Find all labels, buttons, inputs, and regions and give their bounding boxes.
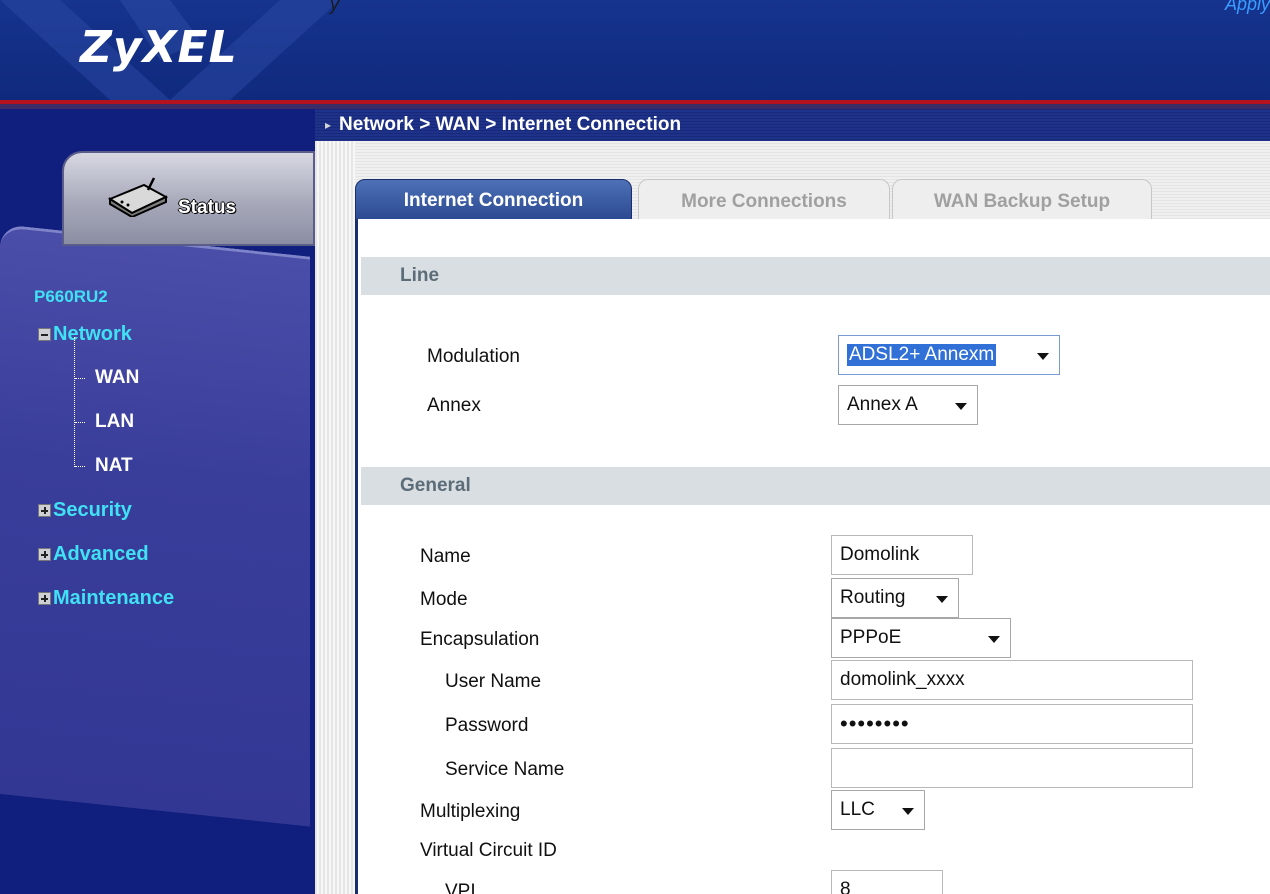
breadcrumb-text: Network > WAN > Internet Connection [339,114,682,135]
nav-item-label: NAT [95,455,133,476]
content-left-stripe [315,141,355,894]
multiplexing-value: LLC [840,799,875,820]
router-icon [107,177,169,217]
nav-item-label: Security [53,498,132,521]
collapse-icon[interactable] [38,327,51,341]
chevron-down-icon [1037,353,1049,360]
nav-item-lan[interactable]: LAN [75,409,134,435]
expand-icon[interactable] [38,591,51,605]
tab-more-connections[interactable]: More Connections [638,179,890,223]
breadcrumb-arrow-icon: ▸ [325,118,332,132]
device-model: P660RU2 [34,287,108,306]
nav-item-label: Advanced [53,542,149,565]
expand-icon[interactable] [38,547,51,561]
multiplexing-select[interactable]: LLC [831,790,925,830]
nav-item-label: LAN [95,411,135,432]
nav-item-label: Network [53,322,132,345]
breadcrumb: ▸ Network > WAN > Internet Connection [315,109,1270,141]
multiplexing-label: Multiplexing [420,801,521,822]
modulation-label: Modulation [427,346,520,367]
vpi-input[interactable]: 8 [831,870,943,894]
password-label: Password [445,715,529,736]
chevron-down-icon [936,596,948,603]
expand-icon[interactable] [38,503,51,517]
chevron-down-icon [988,636,1000,643]
nav-item-maintenance[interactable]: Maintenance [38,585,174,611]
top-banner: ZyXEL y Apply [0,0,1270,100]
nav-item-wan[interactable]: WAN [75,365,139,391]
left-navigation: Status P660RU2 Network WAN LAN NAT Secur… [0,109,315,894]
chevron-down-icon [902,808,914,815]
tab-wan-backup-setup[interactable]: WAN Backup Setup [892,179,1152,223]
service-name-label: Service Name [445,759,565,780]
modulation-value: ADSL2+ Annexm [847,344,997,366]
annex-label: Annex [427,395,481,416]
nav-item-nat[interactable]: NAT [75,453,133,479]
nav-item-label: Maintenance [53,586,175,609]
mode-value: Routing [840,587,906,608]
annex-value: Annex A [847,394,918,415]
mode-select[interactable]: Routing [831,578,959,618]
username-input[interactable]: domolink_xxxx [831,660,1193,700]
section-header-general: General [361,467,1270,505]
status-tab[interactable]: Status [62,151,315,246]
nav-panel-background [0,224,310,827]
apply-link[interactable]: Apply [1225,0,1270,15]
form-panel: Line Modulation ADSL2+ Annexm Annex Anne… [355,219,1270,894]
nav-item-security[interactable]: Security [38,497,132,523]
annex-select[interactable]: Annex A [838,385,978,425]
nav-item-label: WAN [95,367,140,388]
service-name-input[interactable] [831,748,1193,788]
mode-label: Mode [420,589,468,610]
encapsulation-value: PPPoE [840,627,902,648]
tree-line [74,337,75,467]
tab-bar: Internet Connection More Connections WAN… [355,141,1270,223]
modulation-select[interactable]: ADSL2+ Annexm [838,335,1060,375]
vcid-label: Virtual Circuit ID [420,840,557,861]
vpi-label: VPI [445,881,476,894]
nav-item-network[interactable]: Network [38,321,132,347]
status-label: Status [178,197,237,218]
password-input[interactable]: •••••••• [831,704,1193,744]
section-header-line: Line [361,257,1270,295]
zyxel-logo: ZyXEL [80,22,238,73]
chevron-down-icon [955,403,967,410]
tab-internet-connection[interactable]: Internet Connection [355,179,632,223]
encapsulation-select[interactable]: PPPoE [831,618,1011,658]
top-partial-text: y [330,0,339,14]
username-label: User Name [445,671,542,692]
encapsulation-label: Encapsulation [420,629,540,650]
name-input[interactable]: Domolink [831,535,973,575]
main-content: ▸ Network > WAN > Internet Connection In… [315,109,1270,894]
name-label: Name [420,546,471,567]
nav-item-advanced[interactable]: Advanced [38,541,149,567]
